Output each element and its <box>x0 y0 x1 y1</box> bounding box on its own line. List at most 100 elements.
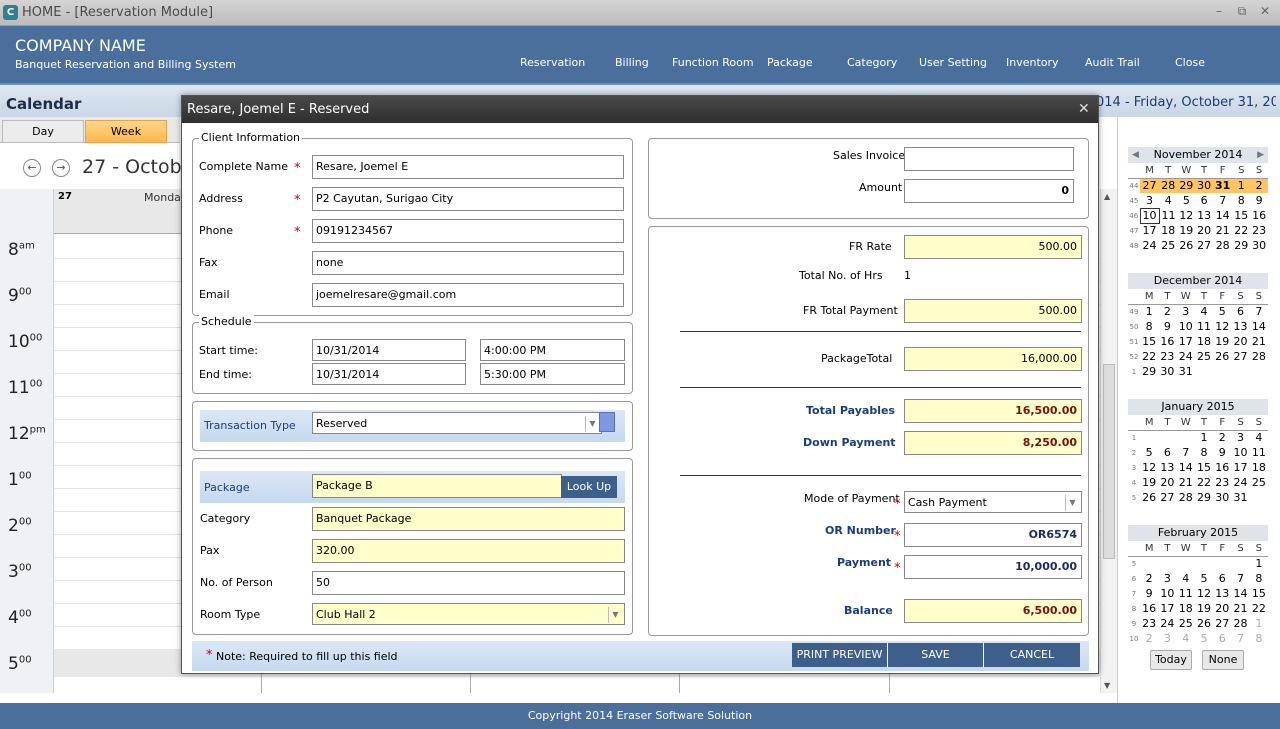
fr-rate-field[interactable]: 500.00 <box>904 235 1082 259</box>
calendar-day[interactable]: 10 <box>1158 586 1176 601</box>
calendar-day[interactable]: 3 <box>1158 571 1176 586</box>
package-total-field[interactable]: 16,000.00 <box>904 347 1082 371</box>
persons-field[interactable]: 50 <box>312 571 625 595</box>
calendar-day[interactable]: 1 <box>1232 178 1251 193</box>
none-button[interactable]: None <box>1202 650 1244 670</box>
calendar-day[interactable]: 11 <box>1250 445 1268 460</box>
address-field[interactable]: P2 Cayutan, Surigao City <box>312 187 624 211</box>
nav-category[interactable]: Category <box>847 56 897 69</box>
calendar-day[interactable]: 25 <box>1159 238 1177 253</box>
calendar-day[interactable]: 5 <box>1177 193 1195 208</box>
calendar-day[interactable]: 20 <box>1213 601 1231 616</box>
dialog-close-icon[interactable]: ✕ <box>1078 101 1090 117</box>
pax-field[interactable]: 320.00 <box>312 539 625 563</box>
nav-package[interactable]: Package <box>767 56 813 69</box>
mini-calendar-january[interactable]: January 2015 M T W T F S S 1 1 2 3 4 2 5 6 7 8 9 10 11 3 12 13… <box>1128 399 1268 505</box>
calendar-day[interactable]: 29 <box>1177 178 1196 193</box>
calendar-day[interactable]: 18 <box>1250 460 1268 475</box>
calendar-day[interactable]: 8 <box>1232 193 1250 208</box>
calendar-day[interactable]: 6 <box>1158 445 1176 460</box>
nav-billing[interactable]: Billing <box>615 56 649 69</box>
tab-day[interactable]: Day <box>2 120 84 143</box>
calendar-day[interactable]: 24 <box>1158 616 1176 631</box>
calendar-day[interactable]: 27 <box>1158 490 1176 505</box>
today-button[interactable]: Today <box>1150 650 1192 670</box>
calendar-day[interactable]: 8 <box>1250 631 1268 646</box>
nav-inventory[interactable]: Inventory <box>1006 56 1059 69</box>
calendar-day[interactable]: 20 <box>1195 223 1213 238</box>
minimize-icon[interactable]: – <box>1210 4 1228 20</box>
calendar-day[interactable]: 9 <box>1158 319 1176 334</box>
tab-week[interactable]: Week <box>85 120 167 143</box>
nav-function-room[interactable]: Function Room <box>672 56 754 69</box>
calendar-day[interactable]: 1 <box>1250 556 1268 571</box>
down-payment-field[interactable]: 8,250.00 <box>904 431 1082 455</box>
calendar-day[interactable]: 14 <box>1250 319 1268 334</box>
calendar-day[interactable]: 17 <box>1231 460 1249 475</box>
calendar-day[interactable]: 21 <box>1177 475 1195 490</box>
calendar-day[interactable]: 27 <box>1213 616 1231 631</box>
calendar-day[interactable]: 14 <box>1231 586 1249 601</box>
calendar-day[interactable]: 13 <box>1213 586 1231 601</box>
calendar-day[interactable]: 9 <box>1250 193 1268 208</box>
calendar-day[interactable]: 26 <box>1213 349 1231 364</box>
calendar-day[interactable]: 4 <box>1177 631 1195 646</box>
calendar-day[interactable]: 12 <box>1213 319 1231 334</box>
calendar-day[interactable]: 8 <box>1250 571 1268 586</box>
calendar-day[interactable]: 6 <box>1195 193 1213 208</box>
cancel-button[interactable]: CANCEL <box>984 643 1080 667</box>
calendar-day[interactable]: 14 <box>1177 460 1195 475</box>
calendar-day[interactable]: 10 <box>1231 445 1249 460</box>
calendar-day[interactable]: 7 <box>1231 631 1249 646</box>
calendar-day[interactable]: 22 <box>1232 223 1250 238</box>
calendar-day[interactable]: 3 <box>1231 430 1249 445</box>
calendar-day[interactable]: 7 <box>1177 445 1195 460</box>
calendar-day[interactable]: 27 <box>1231 349 1249 364</box>
calendar-day[interactable]: 18 <box>1177 601 1195 616</box>
calendar-day[interactable]: 7 <box>1250 304 1268 319</box>
scroll-up-icon[interactable]: ▲ <box>1104 192 1110 201</box>
calendar-day[interactable]: 13 <box>1195 208 1213 223</box>
calendar-day[interactable]: 25 <box>1195 349 1213 364</box>
calendar-day[interactable]: 3 <box>1140 193 1159 208</box>
calendar-day[interactable]: 16 <box>1250 208 1268 223</box>
color-swatch[interactable] <box>599 412 615 432</box>
calendar-day[interactable]: 1 <box>1140 304 1158 319</box>
prev-arrow-icon[interactable]: ← <box>23 159 41 177</box>
payment-field[interactable]: 10,000.00 <box>904 555 1082 579</box>
calendar-day[interactable]: 2 <box>1158 304 1176 319</box>
calendar-day[interactable]: 12 <box>1177 208 1195 223</box>
package-field[interactable]: Package B <box>312 474 562 498</box>
calendar-day[interactable]: 2 <box>1213 430 1231 445</box>
phone-field[interactable]: 09191234567 <box>312 219 624 243</box>
calendar-day[interactable]: 2 <box>1250 178 1268 193</box>
calendar-day[interactable]: 20 <box>1158 475 1176 490</box>
calendar-day[interactable]: 12 <box>1140 460 1158 475</box>
calendar-day[interactable]: 14 <box>1213 208 1232 223</box>
calendar-day[interactable]: 6 <box>1213 631 1231 646</box>
calendar-day[interactable]: 13 <box>1231 319 1249 334</box>
calendar-day[interactable]: 4 <box>1159 193 1177 208</box>
calendar-day[interactable]: 5 <box>1195 631 1213 646</box>
email-field[interactable]: joemelresare@gmail.com <box>312 283 624 307</box>
payment-mode-select[interactable]: Cash Payment ▼ <box>904 491 1082 513</box>
calendar-day[interactable]: 29 <box>1232 238 1250 253</box>
start-date-field[interactable]: 10/31/2014 <box>312 339 466 361</box>
lookup-button[interactable]: Look Up <box>561 476 617 498</box>
calendar-day[interactable]: 30 <box>1158 364 1176 379</box>
next-arrow-icon[interactable]: → <box>52 159 70 177</box>
calendar-day[interactable]: 29 <box>1140 364 1158 379</box>
amount-field[interactable]: 0 <box>904 179 1074 203</box>
room-type-select[interactable]: Club Hall 2 ▼ <box>312 603 625 625</box>
calendar-day[interactable]: 23 <box>1140 616 1158 631</box>
calendar-day[interactable]: 15 <box>1140 334 1158 349</box>
calendar-day[interactable]: 16 <box>1140 601 1158 616</box>
calendar-day[interactable]: 22 <box>1195 475 1213 490</box>
calendar-day[interactable]: 31 <box>1231 490 1249 505</box>
mini-calendar-november[interactable]: ◀ November 2014 ▶ M T W T F S S 44 27 28 29 30 31 1 2 45 3… <box>1128 147 1268 253</box>
end-time-field[interactable]: 5:30:00 PM <box>480 363 625 385</box>
mini-next-icon[interactable]: ▶ <box>1257 147 1264 163</box>
scroll-down-icon[interactable]: ▼ <box>1104 681 1110 690</box>
fax-field[interactable]: none <box>312 251 624 275</box>
calendar-day[interactable]: 19 <box>1195 601 1213 616</box>
